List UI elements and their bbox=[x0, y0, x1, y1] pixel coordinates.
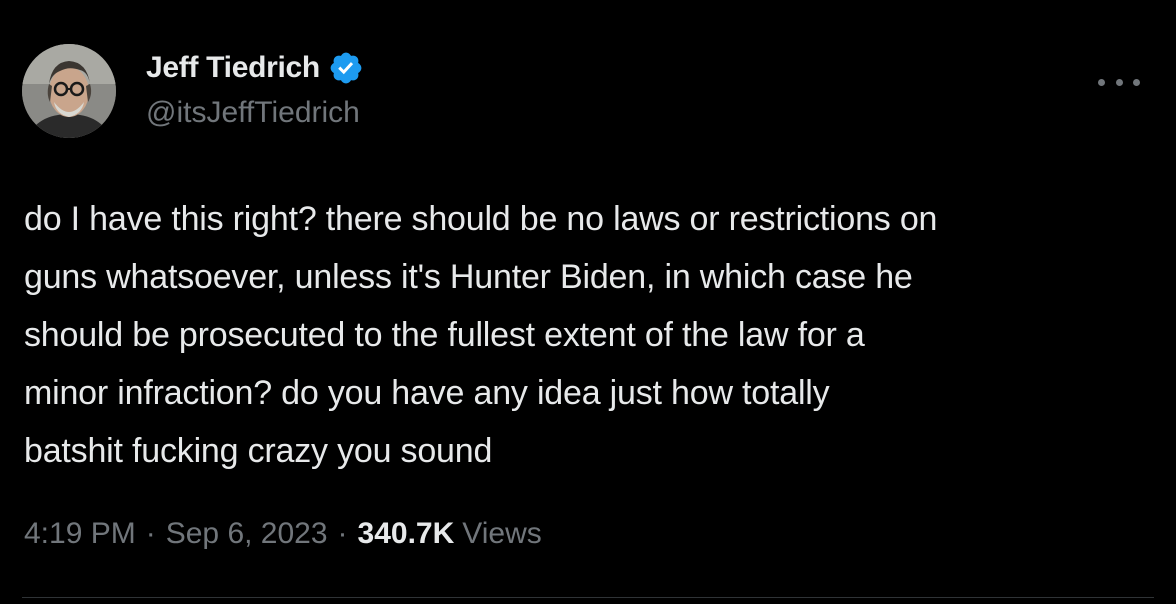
tweet-text-line: should be prosecuted to the fullest exte… bbox=[24, 316, 865, 354]
more-dot bbox=[1098, 78, 1105, 86]
author-name-row: Jeff Tiedrich bbox=[146, 48, 364, 88]
more-dot bbox=[1133, 78, 1140, 86]
tweet-text-line: minor infraction? do you have any idea j… bbox=[24, 374, 830, 412]
more-options-icon[interactable] bbox=[1098, 72, 1140, 92]
verified-badge-icon[interactable] bbox=[328, 50, 364, 86]
views-label[interactable]: Views bbox=[462, 517, 541, 551]
tweet-time[interactable]: 4:19 PM bbox=[24, 517, 136, 551]
tweet-date[interactable]: Sep 6, 2023 bbox=[166, 517, 328, 551]
tweet-meta: 4:19 PM · Sep 6, 2023 · 340.7K Views bbox=[24, 512, 542, 556]
tweet-text-line: guns whatsoever, unless it's Hunter Bide… bbox=[24, 258, 913, 296]
tweet-text: do I have this right? there should be no… bbox=[24, 190, 1154, 480]
views-count[interactable]: 340.7K bbox=[358, 517, 455, 551]
tweet-text-line: batshit fucking crazy you sound bbox=[24, 432, 493, 470]
divider bbox=[22, 597, 1154, 598]
meta-separator: · bbox=[145, 517, 156, 550]
meta-separator: · bbox=[337, 517, 348, 550]
more-dot bbox=[1115, 78, 1123, 86]
author-display-name[interactable]: Jeff Tiedrich bbox=[146, 51, 320, 85]
tweet-card: Jeff Tiedrich @itsJeffTiedrich do I have… bbox=[0, 0, 1176, 604]
author-handle[interactable]: @itsJeffTiedrich bbox=[146, 96, 360, 130]
author-avatar[interactable] bbox=[22, 44, 116, 138]
avatar-photo-icon bbox=[22, 44, 116, 138]
tweet-text-line: do I have this right? there should be no… bbox=[24, 200, 938, 238]
